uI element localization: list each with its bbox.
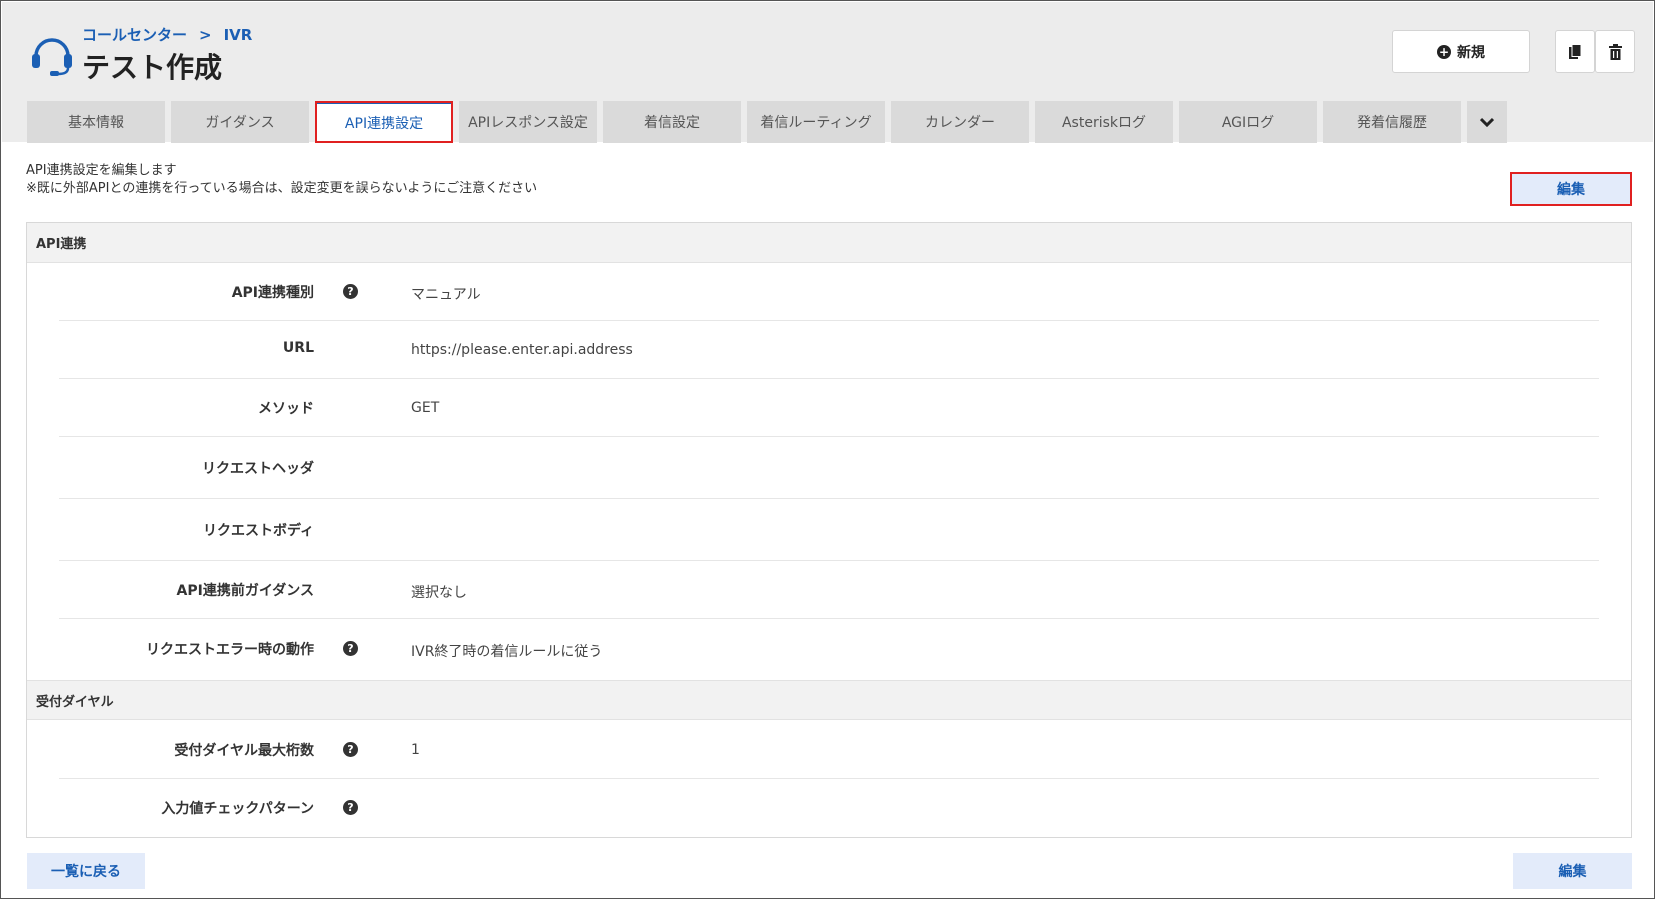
setting-value: https://please.enter.api.address <box>411 342 633 358</box>
setting-value: 選択なし <box>411 585 467 601</box>
description-line-1: API連携設定を編集します <box>26 163 177 178</box>
tab-9[interactable]: 発着信履歴 <box>1323 101 1461 143</box>
help-icon[interactable]: ? <box>343 284 358 299</box>
setting-label: API連携種別 <box>231 285 314 301</box>
help-icon[interactable]: ? <box>343 641 358 656</box>
setting-label: 受付ダイヤル最大桁数 <box>174 743 314 759</box>
tab-more-button[interactable] <box>1467 101 1507 143</box>
setting-row-api-4: リクエストボディ <box>59 499 1599 561</box>
delete-button[interactable] <box>1595 30 1635 73</box>
tab-3[interactable]: APIレスポンス設定 <box>459 101 597 143</box>
setting-row-api-5: API連携前ガイダンス 選択なし <box>59 561 1599 619</box>
breadcrumb-separator: > <box>199 25 212 44</box>
tab-6[interactable]: カレンダー <box>891 101 1029 143</box>
help-icon[interactable]: ? <box>343 742 358 757</box>
setting-label: メソッド <box>258 401 314 417</box>
tab-2[interactable]: API連携設定 <box>315 101 453 143</box>
app-frame: コールセンター > IVR テスト作成 + 新規 基本情報 ガイダンス API連携設 <box>0 0 1655 899</box>
setting-label: URL <box>282 340 314 356</box>
description-line-2: ※既に外部APIとの連携を行っている場合は、設定変更を誤らないようにご注意くださ… <box>26 181 538 196</box>
setting-label: リクエストエラー時の動作 <box>146 642 314 658</box>
setting-row-api-6: リクエストエラー時の動作? IVR終了時の着信ルールに従う <box>59 619 1599 678</box>
tab-5[interactable]: 着信ルーティング <box>747 101 885 143</box>
setting-row-api-3: リクエストヘッダ <box>59 437 1599 499</box>
chevron-down-icon <box>1480 117 1494 127</box>
setting-row-dial-1: 入力値チェックパターン? <box>59 779 1599 837</box>
help-icon[interactable]: ? <box>343 800 358 815</box>
tab-4[interactable]: 着信設定 <box>603 101 741 143</box>
breadcrumb: コールセンター > IVR <box>82 24 252 45</box>
setting-value: 1 <box>411 742 420 758</box>
copy-icon <box>1569 43 1582 59</box>
new-button[interactable]: + 新規 <box>1392 30 1530 73</box>
setting-value: GET <box>411 400 440 416</box>
copy-button[interactable] <box>1555 30 1595 73</box>
settings-panel: API連携 受付ダイヤル API連携種別? マニュアル URL https://ple… <box>26 222 1632 838</box>
tab-0[interactable]: 基本情報 <box>27 101 165 143</box>
trash-icon <box>1608 43 1622 60</box>
setting-label: リクエストヘッダ <box>202 461 314 477</box>
new-button-label: 新規 <box>1457 44 1485 61</box>
tab-8[interactable]: AGIログ <box>1179 101 1317 143</box>
tab-7[interactable]: Asteriskログ <box>1035 101 1173 143</box>
setting-value: マニュアル <box>411 287 481 303</box>
setting-label: 入力値チェックパターン <box>161 801 314 817</box>
setting-label: API連携前ガイダンス <box>176 583 314 599</box>
back-to-list-button[interactable]: 一覧に戻る <box>27 853 145 889</box>
breadcrumb-item-ivr[interactable]: IVR <box>224 26 253 44</box>
breadcrumb-item-callcenter[interactable]: コールセンター <box>82 24 187 45</box>
setting-row-api-1: URL https://please.enter.api.address <box>59 321 1599 379</box>
section-header-dial: 受付ダイヤル <box>27 680 1631 720</box>
tab-1[interactable]: ガイダンス <box>171 101 309 143</box>
setting-row-dial-0: 受付ダイヤル最大桁数? 1 <box>59 721 1599 779</box>
page-header: コールセンター > IVR テスト作成 + 新規 基本情報 ガイダンス API連携設 <box>2 2 1653 143</box>
plus-circle-icon: + <box>1437 44 1451 59</box>
setting-label: リクエストボディ <box>202 523 314 539</box>
section-header-api: API連携 <box>27 223 1631 263</box>
setting-row-api-0: API連携種別? マニュアル <box>59 263 1599 321</box>
setting-row-api-2: メソッド GET <box>59 379 1599 437</box>
setting-value: IVR終了時の着信ルールに従う <box>411 644 603 660</box>
page-description: API連携設定を編集します ※既に外部APIとの連携を行っている場合は、設定変更… <box>26 162 537 198</box>
edit-button-bottom[interactable]: 編集 <box>1513 853 1632 889</box>
headset-icon <box>32 38 72 76</box>
edit-button-top[interactable]: 編集 <box>1510 172 1632 206</box>
tab-bar: 基本情報 ガイダンス API連携設定 APIレスポンス設定 着信設定 着信ルーティング カレ… <box>27 101 1507 143</box>
page-title: テスト作成 <box>82 51 223 84</box>
